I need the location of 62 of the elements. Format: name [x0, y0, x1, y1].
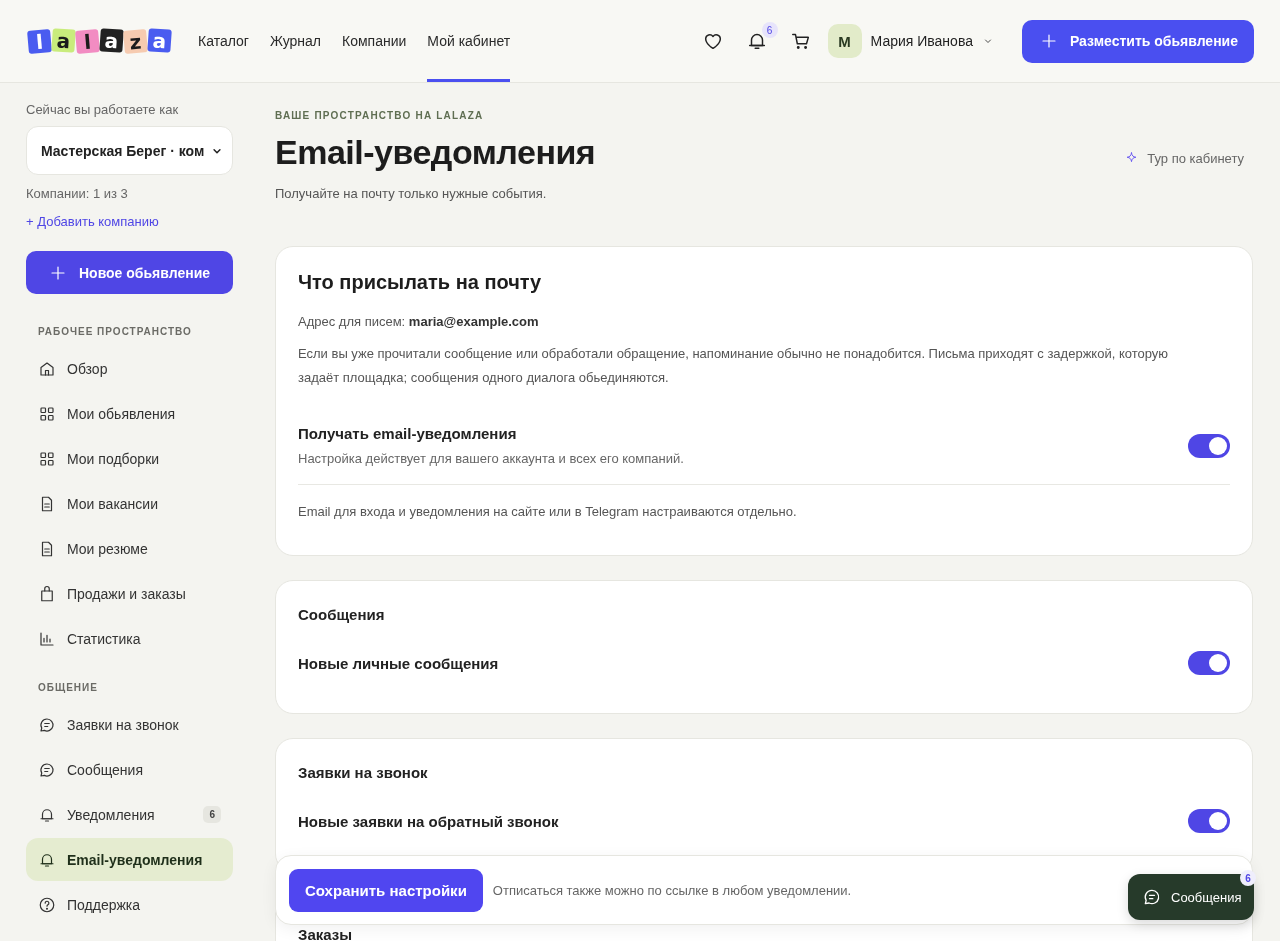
sidebar-item[interactable]: Продажи и заказы: [26, 572, 233, 615]
sidebar-item[interactable]: Мои вакансии: [26, 482, 233, 525]
count-badge: 6: [203, 806, 221, 823]
logo-letter[interactable]: l: [27, 28, 52, 54]
nav-tab[interactable]: Журнал: [269, 0, 321, 82]
post-listing-button[interactable]: Разместить обьявление: [1021, 19, 1254, 63]
grid-icon: [38, 449, 56, 468]
sidebar-item[interactable]: Мои резюме: [26, 527, 233, 570]
help-icon: [38, 895, 56, 914]
sidebar-item[interactable]: Заявки на звонок: [26, 703, 233, 746]
section-heading: РАБОЧЕЕ ПРОСТРАНСТВО: [38, 326, 193, 337]
card-title: Что присылать на почту: [298, 271, 543, 294]
logo-letter[interactable]: a: [147, 27, 172, 53]
page-subtitle: Получайте на почту только нужные события.: [275, 186, 548, 201]
toggle-switch[interactable]: [1188, 651, 1230, 675]
logo-letter[interactable]: a: [51, 27, 76, 53]
companies-count: Компании: 1 из 3: [26, 186, 129, 201]
chat-icon: [1142, 887, 1162, 907]
logo-letter[interactable]: l: [75, 28, 100, 54]
setting-label: Новые заявки на обратный звонок: [298, 812, 560, 830]
toggle-switch[interactable]: [1188, 433, 1230, 458]
sidebar-item[interactable]: Email-уведомления: [26, 838, 233, 881]
new-listing-button[interactable]: Новое обьявление: [26, 251, 233, 294]
sidebar-item[interactable]: Мои подборки: [26, 437, 233, 480]
unread-count: 6: [1240, 870, 1256, 886]
page-title: Email-уведомления: [275, 133, 596, 172]
sidebar-item[interactable]: Сообщения: [26, 748, 233, 791]
sidebar-item[interactable]: Обзор: [26, 347, 233, 390]
logo-letter[interactable]: z: [123, 28, 148, 54]
unsubscribe-note: Отписаться также можно по ссылке в любом уведомлении.: [492, 882, 852, 898]
eyebrow-label: ВАШЕ ПРОСТРАНСТВО НА LALAZA: [275, 110, 485, 121]
save-settings-button[interactable]: Сохранить настройки: [289, 868, 483, 912]
nav-tab[interactable]: Компании: [342, 0, 407, 82]
setting-description: Настройка действует для вашего аккаунта и всех его компаний.: [298, 451, 685, 466]
chat-icon: [38, 715, 56, 734]
sidebar-item[interactable]: Поддержка: [26, 883, 233, 926]
card-title: Заявки на звонок: [298, 764, 429, 781]
setting-label: Получать email-уведомления: [298, 425, 518, 442]
user-avatar[interactable]: М: [827, 24, 862, 58]
tour-link[interactable]: Тур по кабинету: [1124, 151, 1244, 166]
card-text: Адрес для писем: maria@example.com: [298, 313, 540, 331]
bag-icon: [38, 584, 56, 603]
company-select[interactable]: Мастерская Берег · ком: [26, 126, 233, 175]
sidebar-item[interactable]: Мои обьявления: [26, 392, 233, 435]
card-title: Заказы: [298, 927, 354, 941]
sidebar-item[interactable]: Статистика: [26, 617, 233, 660]
user-name[interactable]: Мария Иванова: [870, 33, 973, 49]
nav-tab[interactable]: Каталог: [198, 0, 249, 82]
sidebar-item[interactable]: Уведомления 6: [26, 793, 233, 836]
setting-label: Новые личные сообщения: [298, 654, 500, 672]
toggle-switch[interactable]: [1188, 809, 1230, 833]
context-label: Сейчас вы работаете как: [26, 102, 180, 117]
section-heading: ОБЩЕНИЕ: [38, 682, 99, 693]
card-text: Если вы уже прочитали сообщение или обработали обращение, напоминание обычно не понадобится. Письма приходят с задержкой, которую задаёт площадка; сообщения одного диалога обьединяются.: [298, 345, 1170, 387]
grid-icon: [38, 404, 56, 423]
chat-icon: [38, 760, 56, 779]
notification-count: 6: [761, 22, 778, 38]
nav-tab[interactable]: Мой кабинет: [427, 0, 511, 82]
add-company-link[interactable]: + Добавить компанию: [26, 214, 233, 229]
card-title: Сообщения: [298, 606, 386, 623]
card-note: Email для входа и уведомления на сайте или в Telegram настраиваются отдельно.: [298, 484, 1230, 521]
logo-letter[interactable]: a: [99, 27, 124, 53]
